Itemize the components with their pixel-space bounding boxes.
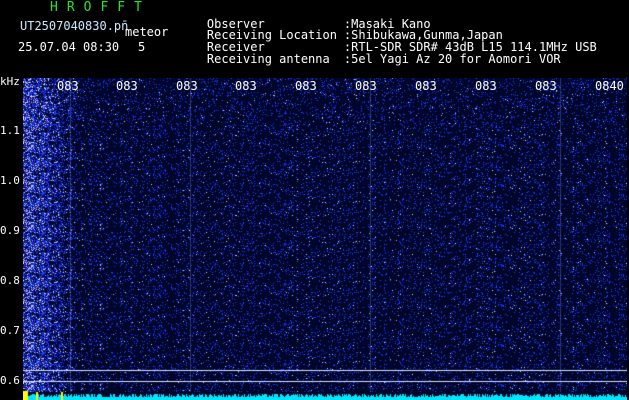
detector-label: meteor xyxy=(125,25,169,39)
x-tick-label: 083 xyxy=(57,79,79,93)
x-tick-label: 083 xyxy=(295,79,317,93)
info-value: :5el Yagi Az 20 for Aomori VOR xyxy=(343,52,561,66)
y-tick-label: 1.1 xyxy=(0,124,20,137)
y-tick-label: 0.8 xyxy=(0,274,20,287)
x-tick-label: 083 xyxy=(116,79,138,93)
x-tick-label: 083 xyxy=(415,79,437,93)
info-row-antenna: Receiving antenna :5el Yagi Az 20 for Aom… xyxy=(178,41,561,77)
x-tick-label: 083 xyxy=(235,79,257,93)
x-tick-label: 083 xyxy=(355,79,377,93)
hrofft-window: HROFFT UT2507040830.pn̄ meteor 25.07.04 … xyxy=(0,0,629,400)
y-tick-label: 0.7 xyxy=(0,324,20,337)
y-axis-unit: kHz xyxy=(0,75,20,88)
capture-datetime: 25.07.04 08:30 xyxy=(18,40,120,54)
x-tick-label: 083 xyxy=(475,79,497,93)
meteor-count: 5 xyxy=(138,40,146,54)
spectrogram-canvas xyxy=(23,78,627,400)
app-title: HROFFT xyxy=(50,0,151,15)
info-label: Receiving antenna xyxy=(206,52,330,66)
spectrogram-plot[interactable] xyxy=(23,78,627,400)
image-filename: UT2507040830.pn̄ xyxy=(20,19,129,33)
y-tick-label: 1.0 xyxy=(0,174,20,187)
y-tick-label: 0.9 xyxy=(0,224,20,237)
x-tick-label: 0840 xyxy=(595,79,624,93)
x-tick-label: 083 xyxy=(535,79,557,93)
x-tick-label: 083 xyxy=(176,79,198,93)
y-tick-label: 0.6 xyxy=(0,374,20,387)
